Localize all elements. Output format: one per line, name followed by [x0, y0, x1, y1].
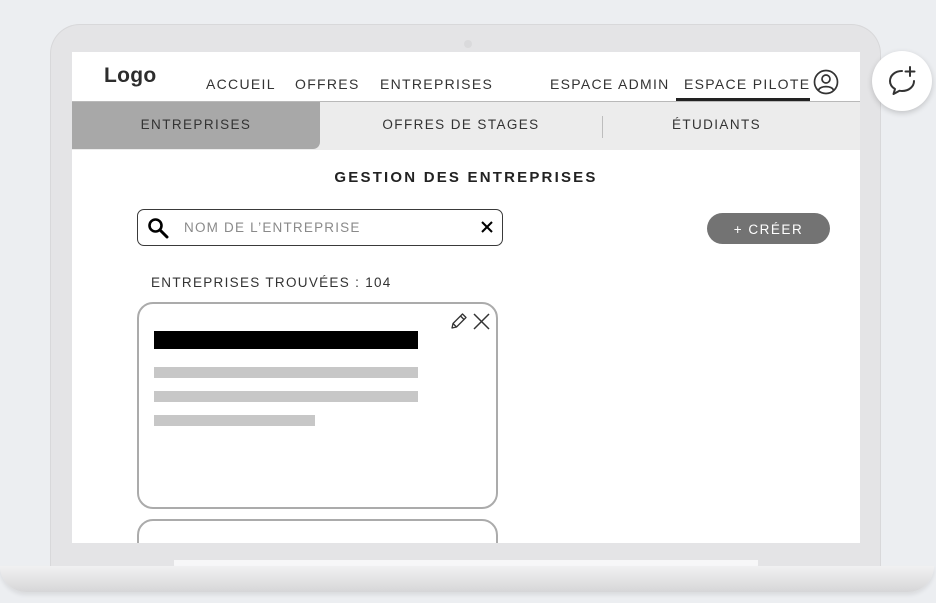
create-company-button[interactable]: + CRÉER	[707, 213, 830, 244]
nav-link-offres[interactable]: OFFRES	[295, 76, 360, 92]
tab-etudiants[interactable]: ÉTUDIANTS	[603, 102, 830, 149]
text-line-placeholder	[154, 391, 418, 402]
tab-entreprises[interactable]: ENTREPRISES	[72, 102, 320, 149]
search-input[interactable]	[184, 214, 464, 240]
nav-link-accueil[interactable]: ACCUEIL	[206, 76, 276, 92]
company-name-placeholder	[154, 331, 418, 349]
page-title: GESTION DES ENTREPRISES	[334, 169, 598, 186]
logo[interactable]: Logo	[104, 64, 157, 88]
clear-search-icon[interactable]	[480, 220, 494, 234]
nav-link-espace-pilote[interactable]: ESPACE PILOTE	[684, 76, 810, 92]
search-icon	[148, 218, 169, 239]
user-circle-icon[interactable]	[813, 69, 839, 95]
chat-add-icon	[889, 66, 916, 95]
top-navigation: Logo ACCUEIL OFFRES ENTREPRISES ESPACE A…	[72, 52, 860, 102]
company-card[interactable]	[137, 519, 498, 543]
laptop-base	[0, 566, 934, 592]
tab-offres-de-stages[interactable]: OFFRES DE STAGES	[320, 102, 602, 149]
delete-icon[interactable]	[472, 312, 491, 331]
nav-active-indicator	[676, 98, 810, 101]
text-line-placeholder	[154, 367, 418, 378]
chat-add-button[interactable]	[872, 51, 932, 111]
text-line-placeholder	[154, 415, 315, 426]
laptop-camera	[464, 40, 472, 48]
nav-link-entreprises[interactable]: ENTREPRISES	[380, 76, 493, 92]
pencil-icon[interactable]	[448, 311, 469, 332]
company-card[interactable]	[137, 302, 498, 509]
app-screen: Logo ACCUEIL OFFRES ENTREPRISES ESPACE A…	[72, 52, 860, 543]
results-count: ENTREPRISES TROUVÉES : 104	[151, 275, 392, 290]
sub-tabs: ENTREPRISES OFFRES DE STAGES ÉTUDIANTS	[72, 102, 860, 150]
search-bar[interactable]	[137, 209, 503, 246]
nav-link-espace-admin[interactable]: ESPACE ADMIN	[550, 76, 670, 92]
